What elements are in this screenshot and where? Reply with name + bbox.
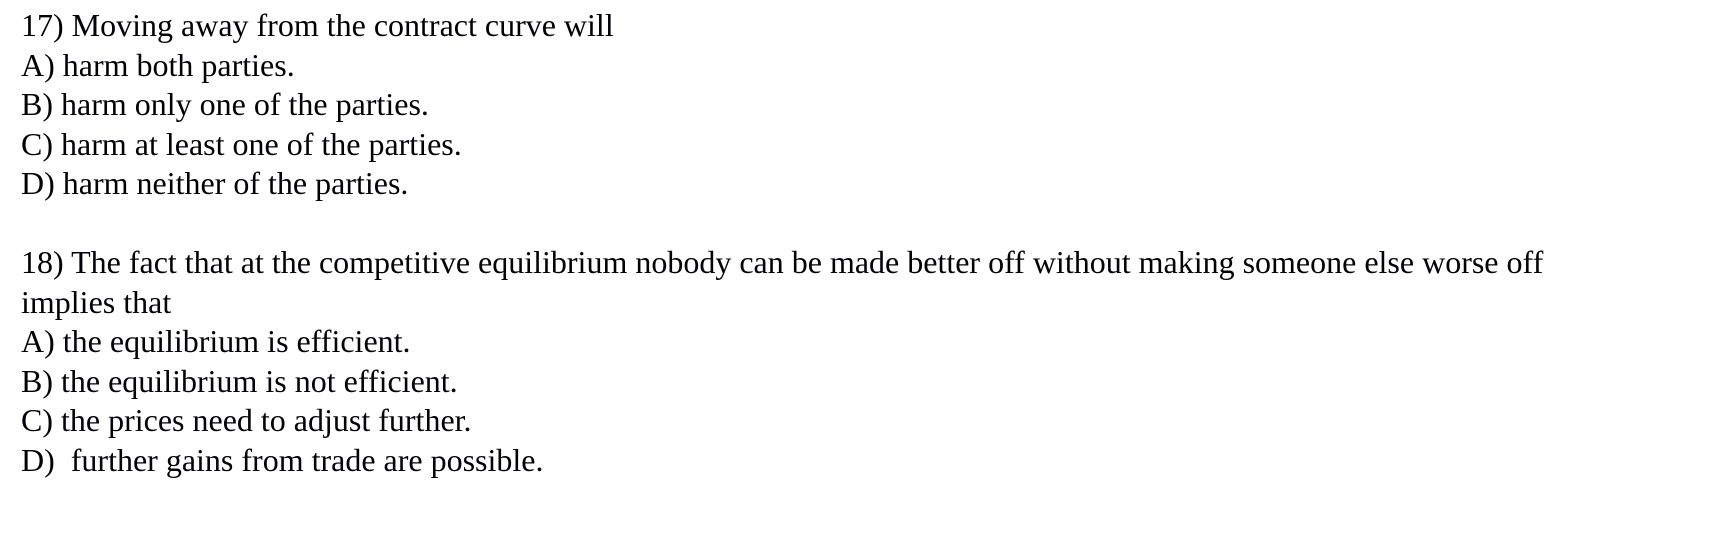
question-18-choice-d: D) further gains from trade are possible… (21, 441, 544, 478)
document-text-body: 17) Moving away from the contract curve … (21, 6, 1720, 481)
question-17-choice-a: A) harm both parties. (21, 46, 295, 83)
question-17-choice-d: D) harm neither of the parties. (21, 165, 409, 202)
document-page: 17) Moving away from the contract curve … (0, 0, 1720, 540)
question-17-stem: 17) Moving away from the contract curve … (21, 7, 614, 43)
question-block-18: 18) The fact that at the competitive equ… (21, 243, 1720, 481)
question-17-choice-c: C) harm at least one of the parties. (21, 125, 462, 162)
question-block-separator (21, 204, 1720, 243)
question-block-17: 17) Moving away from the contract curve … (21, 6, 1720, 204)
question-18-choice-b: B) the equilibrium is not efficient. (21, 362, 458, 399)
question-18-choice-a: A) the equilibrium is efficient. (21, 323, 411, 360)
question-18-choice-c: C) the prices need to adjust further. (21, 402, 472, 439)
question-18-stem: 18) The fact that at the competitive equ… (21, 243, 1552, 320)
question-17-choice-b: B) harm only one of the parties. (21, 86, 429, 123)
